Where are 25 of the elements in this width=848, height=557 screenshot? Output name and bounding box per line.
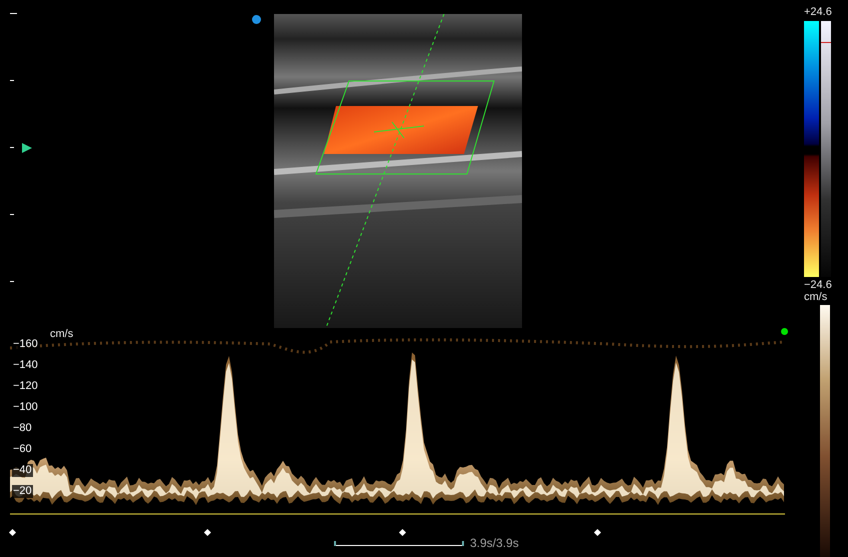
orientation-dot: [252, 15, 261, 24]
velocity-axis-label: −100: [12, 401, 39, 414]
marker-dot: [781, 328, 788, 335]
depth-tick: [10, 214, 14, 215]
time-marker-icon: [594, 528, 602, 536]
velocity-axis-label: −80: [12, 422, 33, 434]
scale-max-label: +24.6: [804, 6, 832, 18]
velocity-axis-label: −160: [12, 338, 39, 350]
velocity-axis-label: −140: [12, 359, 39, 372]
depth-tick: [10, 13, 17, 14]
time-marker-icon: [204, 528, 212, 536]
depth-tick: [10, 80, 14, 81]
focus-marker-icon: [22, 142, 32, 152]
scale-min-label: −24.6: [804, 279, 832, 291]
velocity-unit-label: cm/s: [50, 328, 74, 340]
velocity-axis-label: −20: [12, 485, 33, 498]
time-marker-icon: [8, 528, 16, 536]
depth-tick: [10, 281, 14, 282]
time-marker-icon: [398, 528, 406, 536]
velocity-axis-label: −60: [12, 443, 33, 456]
velocity-axis-label: −120: [12, 380, 39, 392]
scale-unit-label: cm/s: [804, 291, 828, 303]
velocity-axis-label: −40: [12, 464, 33, 476]
sweep-time-label: 3.9s/3.9s: [470, 536, 519, 550]
depth-tick: [10, 147, 14, 148]
